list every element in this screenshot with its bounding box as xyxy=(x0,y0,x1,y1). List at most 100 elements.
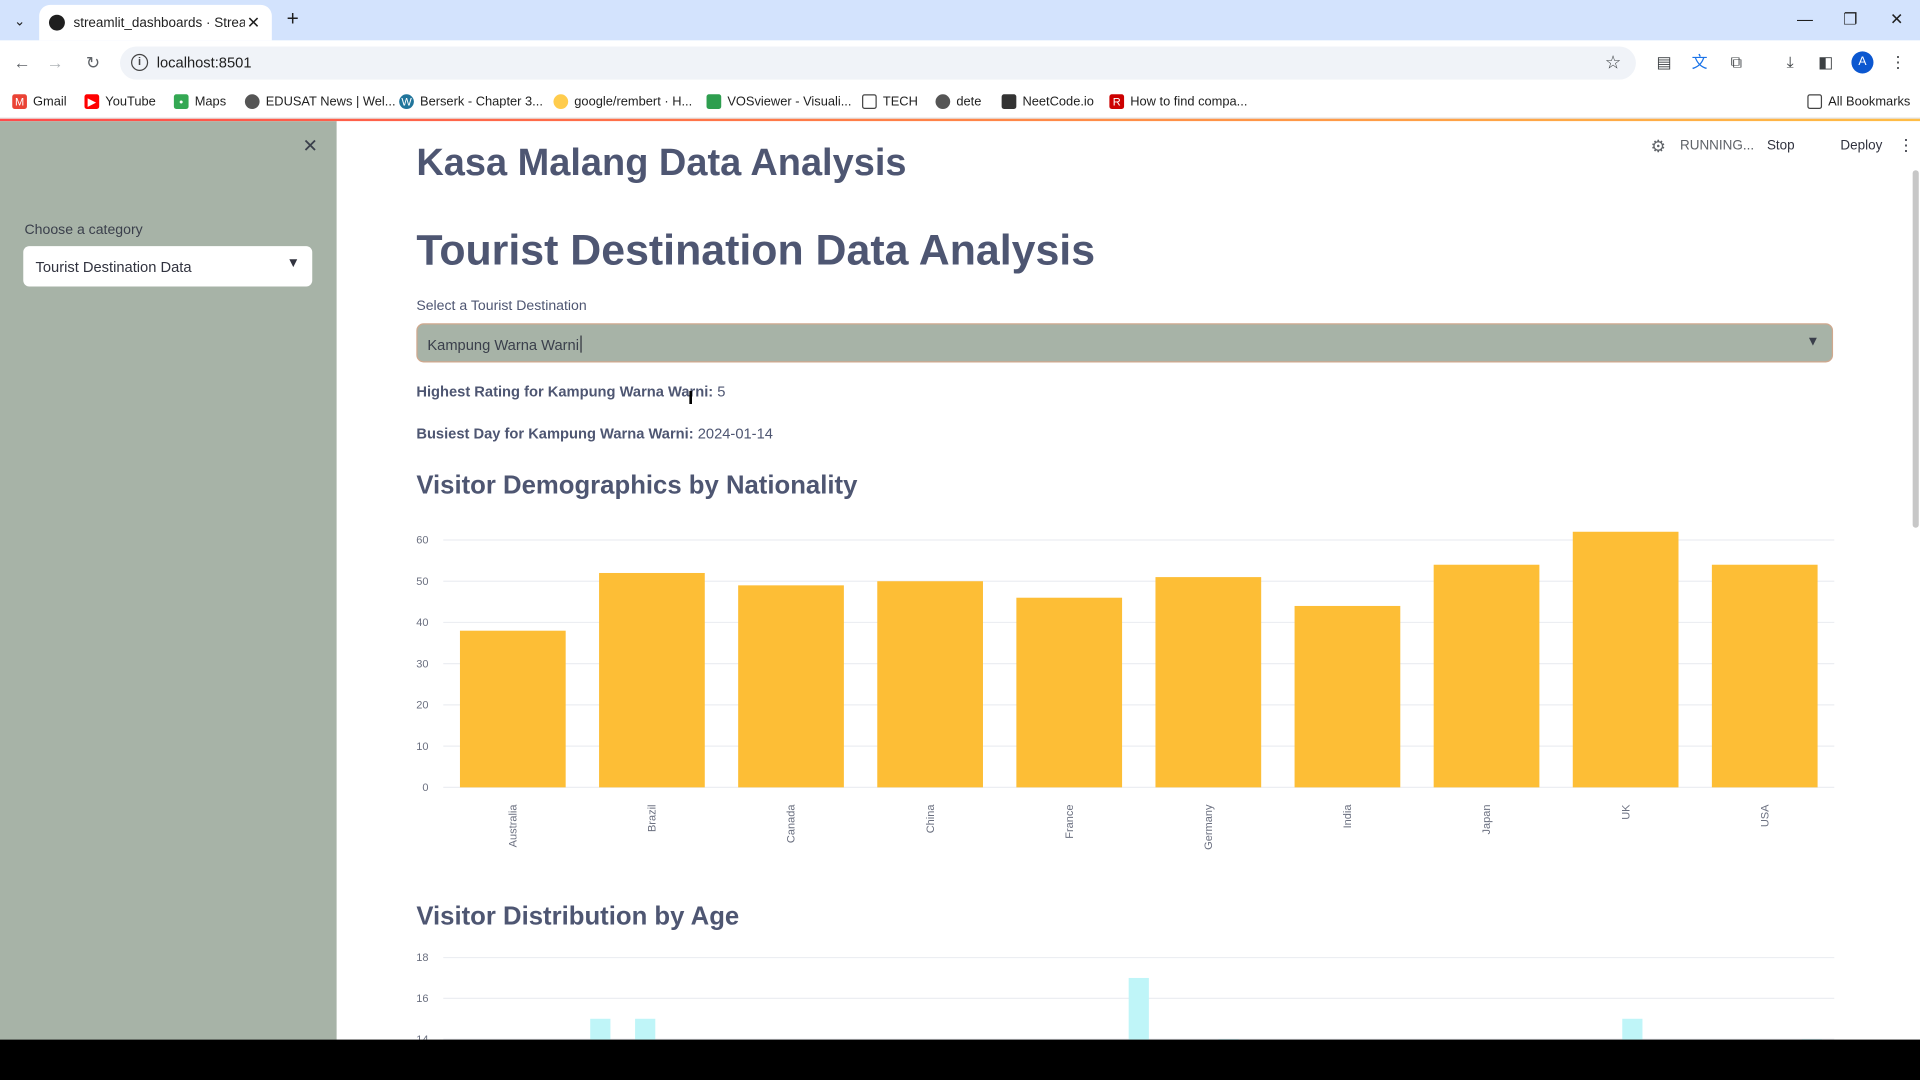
bookmarks-bar: M Gmail ▶ YouTube • Maps EDUSAT News | Wel.… xyxy=(0,84,1920,119)
highest-rating-value: 5 xyxy=(717,383,726,401)
y-tick-label: 40 xyxy=(416,617,428,629)
bar-uk xyxy=(1572,531,1679,788)
deploy-button[interactable]: Deploy xyxy=(1840,138,1882,153)
scrollbar[interactable] xyxy=(1912,170,1919,528)
bar-brazil xyxy=(599,572,705,788)
chevron-down-icon: ▼ xyxy=(1806,334,1820,349)
x-tick-label: Brazil xyxy=(647,804,659,832)
bar-japan xyxy=(1433,564,1540,788)
gmail-icon: M xyxy=(12,94,27,109)
x-tick-label: Japan xyxy=(1481,804,1493,834)
reading-mode-icon[interactable]: ▤ xyxy=(1653,51,1675,73)
bar-france xyxy=(1016,597,1123,788)
destination-value: Kampung Warna Warni xyxy=(427,336,579,354)
bar-canada xyxy=(738,585,844,788)
profile-avatar[interactable]: A xyxy=(1851,51,1874,74)
huggingface-icon xyxy=(553,94,569,109)
window-close-icon[interactable]: ✕ xyxy=(1886,10,1908,30)
bookmark-folder-tech[interactable]: TECH xyxy=(862,92,918,112)
all-bookmarks[interactable]: All Bookmarks xyxy=(1807,92,1910,112)
extensions-icon[interactable]: ⧉ xyxy=(1725,51,1747,73)
x-tick-label: China xyxy=(925,804,937,834)
x-tick-label: UK xyxy=(1620,804,1632,820)
restore-icon[interactable]: ❐ xyxy=(1839,10,1861,30)
tab-close-icon[interactable]: ✕ xyxy=(245,13,262,33)
busiest-day-value: 2024-01-14 xyxy=(697,424,773,443)
forward-icon[interactable]: → xyxy=(43,50,67,74)
y-tick-label: 0 xyxy=(422,782,428,794)
neetcode-icon xyxy=(1001,94,1017,109)
x-tick-label: Australia xyxy=(507,804,519,848)
age-bar xyxy=(635,1018,656,1040)
download-icon[interactable]: ⤓ xyxy=(1779,51,1801,73)
y-tick-label: 20 xyxy=(416,700,428,712)
age-bar xyxy=(1622,1018,1643,1040)
nationality-bar-chart: 0 10 20 30 40 50 60 Australia Brazil Canada China F… xyxy=(416,531,1835,850)
tab-search-icon[interactable]: ⌄ xyxy=(7,9,31,33)
browser-menu-icon[interactable]: ⋮ xyxy=(1887,51,1909,73)
app-header-controls: ⚙ RUNNING... Stop Deploy ⋮ xyxy=(1626,121,1920,168)
maps-icon: • xyxy=(173,94,189,109)
bar-australia xyxy=(459,630,566,788)
bookmark-star-icon[interactable]: ☆ xyxy=(1605,51,1621,74)
address-bar[interactable]: i localhost:8501 ☆ xyxy=(120,46,1636,80)
stop-button[interactable]: Stop xyxy=(1767,138,1795,153)
y-tick-label: 60 xyxy=(416,535,428,547)
reload-icon[interactable]: ↻ xyxy=(81,50,105,74)
r-icon: R xyxy=(1109,94,1125,109)
y-tick-label: 30 xyxy=(416,658,428,670)
vosviewer-icon xyxy=(706,94,722,109)
destination-select[interactable]: Kampung Warna Warni ▼ xyxy=(416,323,1834,363)
category-label: Choose a category xyxy=(24,222,143,238)
category-value: Tourist Destination Data xyxy=(35,258,192,276)
running-status: RUNNING... xyxy=(1680,138,1755,154)
bookmark-berserk[interactable]: W Berserk - Chapter 3... xyxy=(399,92,543,112)
browser-toolbar: ← → ↻ i localhost:8501 ☆ ▤ 文 ⧉ ⤓ ◧ A ⋮ xyxy=(0,40,1920,85)
text-caret xyxy=(580,335,582,353)
y-tick-label: 16 xyxy=(416,993,428,1005)
x-tick-label: USA xyxy=(1759,804,1771,827)
highest-rating-label: Highest Rating for Kampung Warna Warni: xyxy=(416,383,714,401)
bar-germany xyxy=(1155,577,1262,788)
browser-tabstrip: ⌄ streamlit_dashboards · Streamlit ✕ + —… xyxy=(0,0,1920,41)
main-menu-icon[interactable]: ⋮ xyxy=(1898,136,1914,156)
bookmark-maps[interactable]: • Maps xyxy=(173,92,226,112)
main-content: Kasa Malang Data Analysis ⚙ RUNNING... S… xyxy=(336,121,1920,1040)
age-heading: Visitor Distribution by Age xyxy=(416,902,740,931)
bookmark-neetcode[interactable]: NeetCode.io xyxy=(1001,92,1094,112)
bookmark-youtube[interactable]: ▶ YouTube xyxy=(84,92,156,112)
bookmark-dete[interactable]: dete xyxy=(935,92,981,112)
age-bar xyxy=(590,1018,611,1040)
bookmark-gmail[interactable]: M Gmail xyxy=(12,92,67,112)
bookmark-how-to-find[interactable]: R How to find compa... xyxy=(1109,92,1247,112)
wordpress-icon: W xyxy=(399,94,414,109)
age-bar-chart: 141618 xyxy=(416,952,1835,1040)
sidebar: ✕ Choose a category Tourist Destination … xyxy=(0,121,337,1040)
screen-bottom-bar xyxy=(0,1039,1920,1080)
back-icon[interactable]: ← xyxy=(10,50,34,74)
minimize-icon[interactable]: — xyxy=(1794,10,1816,28)
chevron-down-icon: ▼ xyxy=(286,255,300,271)
bookmark-edusat[interactable]: EDUSAT News | Wel... xyxy=(244,92,396,112)
category-select[interactable]: Tourist Destination Data ▼ xyxy=(23,246,313,287)
close-sidebar-icon[interactable]: ✕ xyxy=(302,135,317,157)
browser-tab[interactable]: streamlit_dashboards · Streamlit ✕ xyxy=(39,4,272,41)
x-tick-label: Canada xyxy=(786,804,798,843)
busiest-day: Busiest Day for Kampung Warna Warni: 202… xyxy=(416,425,773,442)
tab-title: streamlit_dashboards · Streamlit xyxy=(73,15,244,30)
new-tab-icon[interactable]: + xyxy=(282,8,304,31)
y-tick-label: 18 xyxy=(416,952,428,964)
site-info-icon[interactable]: i xyxy=(131,53,149,72)
bookmark-rembert[interactable]: google/rembert · H... xyxy=(553,92,692,112)
bar-india xyxy=(1294,605,1401,788)
youtube-icon: ▶ xyxy=(84,94,100,109)
y-tick-label: 10 xyxy=(416,741,428,753)
side-panel-icon[interactable]: ◧ xyxy=(1815,51,1837,73)
highest-rating: Highest Rating for Kampung Warna Warni: … xyxy=(416,383,725,400)
bookmark-vosviewer[interactable]: VOSviewer - Visuali... xyxy=(706,92,851,112)
url-text: localhost:8501 xyxy=(156,53,252,72)
y-tick-label: 50 xyxy=(416,576,428,588)
folder-icon xyxy=(862,94,877,109)
translate-icon[interactable]: 文 xyxy=(1689,51,1711,73)
bar-china xyxy=(877,581,983,788)
